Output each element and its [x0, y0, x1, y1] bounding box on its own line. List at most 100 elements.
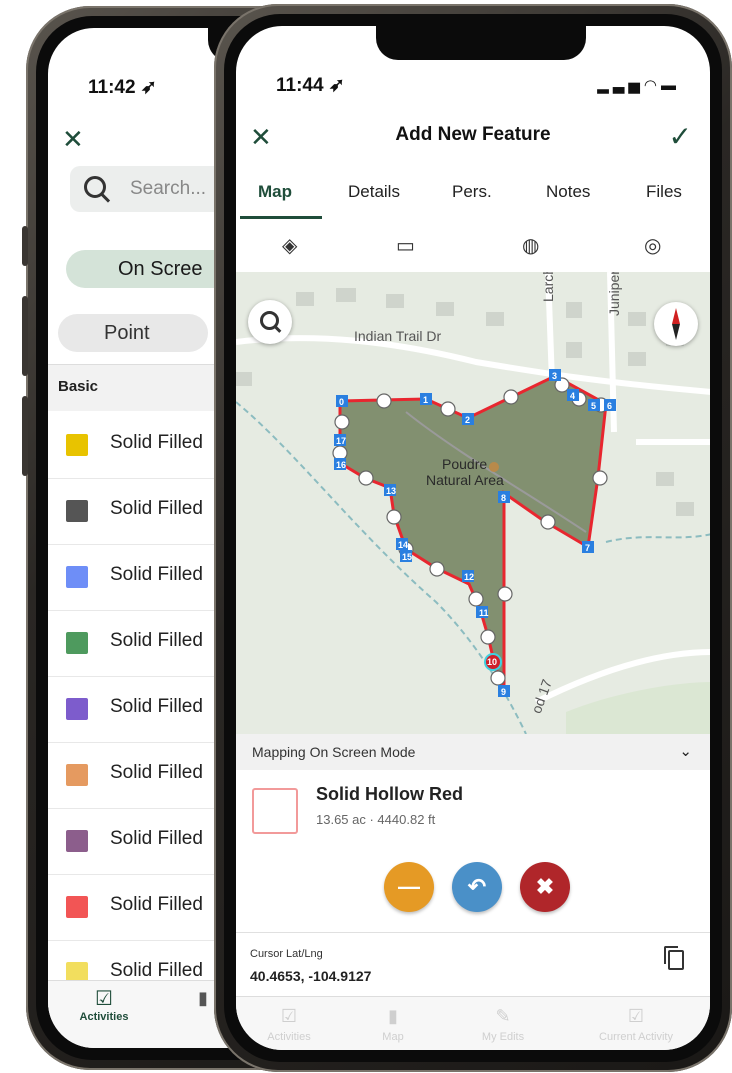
checklist-icon: ☑ [627, 1006, 645, 1026]
symbol-label: Solid Filled [110, 696, 203, 717]
tab-activities-label: Activities [79, 1011, 129, 1023]
tab-activities[interactable]: ☑ Activities [244, 1006, 334, 1043]
area-label: Poudre [442, 456, 488, 472]
svg-text:14: 14 [398, 540, 408, 550]
compass-icon[interactable] [654, 302, 698, 346]
delete-feature-button[interactable]: ✖ [520, 862, 570, 912]
locate-icon[interactable]: ◎ [644, 233, 661, 258]
side-button [22, 226, 28, 266]
close-icon[interactable]: ✕ [62, 124, 84, 155]
svg-text:10: 10 [487, 657, 497, 667]
symbol-label: Solid Filled [110, 762, 203, 783]
chevron-down-icon[interactable]: ⌄ [679, 742, 692, 760]
svg-text:2: 2 [465, 415, 470, 425]
symbol-label: Solid Filled [110, 630, 203, 651]
divider [236, 932, 710, 933]
map-icon: ▮ [388, 1006, 398, 1026]
feature-symbol-swatch [252, 788, 298, 834]
svg-text:0: 0 [339, 397, 344, 407]
symbol-label: Solid Filled [110, 828, 203, 849]
copy-icon[interactable] [664, 946, 684, 970]
ruler-icon[interactable]: ▭ [396, 233, 415, 258]
svg-text:12: 12 [464, 572, 474, 582]
svg-text:5: 5 [591, 401, 596, 411]
map-view[interactable]: 0 1 2 3 4 5 6 7 8 9 10 11 12 13 14 15 16 [236, 272, 710, 734]
trail [605, 533, 710, 543]
symbol-swatch [66, 830, 88, 852]
page-title: Add New Feature [395, 124, 551, 145]
checklist-icon: ☑ [95, 988, 113, 1010]
svg-text:7: 7 [585, 543, 590, 553]
svg-text:13: 13 [386, 486, 396, 496]
filter-point-label: Point [104, 322, 150, 344]
park [566, 682, 710, 734]
symbol-label: Solid Filled [110, 960, 203, 981]
street-label: Juniper [606, 272, 622, 316]
mode-bar[interactable]: Mapping On Screen Mode ⌄ [236, 734, 710, 770]
tab-label: Map [382, 1031, 404, 1043]
status-time: 11:44 ➶ [276, 75, 345, 96]
area-label: Natural Area [426, 472, 504, 488]
globe-icon[interactable]: ◍ [522, 233, 539, 258]
filter-on-screen-label: On Scree [118, 258, 203, 280]
tab-map[interactable]: Map [258, 182, 292, 202]
search-placeholder: Search... [130, 178, 207, 199]
tab-label: Activities [267, 1031, 311, 1043]
notch [376, 26, 586, 60]
tab-files[interactable]: Files [646, 182, 682, 202]
symbol-swatch [66, 566, 88, 588]
symbol-swatch [66, 632, 88, 654]
svg-text:15: 15 [402, 552, 412, 562]
svg-text:17: 17 [336, 436, 346, 446]
cursor-label: Cursor Lat/Lng [250, 948, 323, 960]
status-time: 11:42 ➶ [88, 77, 157, 98]
symbol-swatch [66, 434, 88, 456]
svg-text:9: 9 [501, 687, 506, 697]
search-icon [260, 311, 279, 330]
symbol-swatch [66, 764, 88, 786]
front-screen: 11:44 ➶ ▂▃▅◠▬ ✕ Add New Feature ✓ Map De… [236, 26, 710, 1050]
svg-text:8: 8 [501, 493, 506, 503]
remove-vertex-button[interactable]: — [384, 862, 434, 912]
undo-icon: ↶ [467, 874, 487, 899]
symbol-label: Solid Filled [110, 894, 203, 915]
checklist-icon: ☑ [280, 1006, 298, 1026]
pencil-icon: ✎ [495, 1006, 511, 1026]
wifi-icon: ◠ [643, 77, 661, 94]
trash-icon: ✖ [535, 874, 555, 899]
symbol-swatch [66, 500, 88, 522]
tab-my-edits[interactable]: ✎ My Edits [458, 1006, 548, 1043]
street-label: Larch Dr [540, 272, 556, 302]
mode-title: Mapping On Screen Mode [252, 744, 416, 760]
symbol-label: Solid Filled [110, 564, 203, 585]
map-search-button[interactable] [248, 300, 292, 344]
map-icon: ▮ [198, 988, 208, 1008]
poi-marker [489, 462, 499, 472]
tab-map[interactable]: ▮ [198, 988, 208, 1009]
svg-text:16: 16 [336, 460, 346, 470]
tab-activities[interactable]: ☑ Activities [74, 986, 134, 1023]
feature-name: Solid Hollow Red [316, 784, 463, 804]
confirm-check-icon[interactable]: ✓ [669, 120, 692, 153]
map-toolbar: ◈ ▭ ◍ ◎ [236, 220, 710, 273]
filter-point-button[interactable]: Point [58, 314, 208, 352]
undo-button[interactable]: ↶ [452, 862, 502, 912]
feature-measurements: 13.65 ac · 4440.82 ft [316, 812, 436, 827]
symbol-label: Solid Filled [110, 498, 203, 519]
minus-icon: — [398, 874, 420, 899]
tab-pers[interactable]: Pers. [452, 182, 492, 202]
section-title: Basic [58, 378, 99, 395]
active-tab-indicator [240, 216, 322, 219]
tab-notes[interactable]: Notes [546, 182, 590, 202]
tab-map-bottom[interactable]: ▮ Map [348, 1006, 438, 1043]
side-button [22, 396, 28, 476]
tab-current-activity[interactable]: ☑ Current Activity [576, 1006, 696, 1043]
tab-details[interactable]: Details [348, 182, 400, 202]
side-button [22, 296, 28, 376]
symbol-swatch [66, 896, 88, 918]
status-icons: ▂▃▅◠▬ [597, 76, 680, 94]
search-icon [84, 176, 106, 198]
layers-icon[interactable]: ◈ [282, 233, 297, 258]
svg-text:1: 1 [423, 395, 428, 405]
map-canvas: 0 1 2 3 4 5 6 7 8 9 10 11 12 13 14 15 16 [236, 272, 710, 734]
